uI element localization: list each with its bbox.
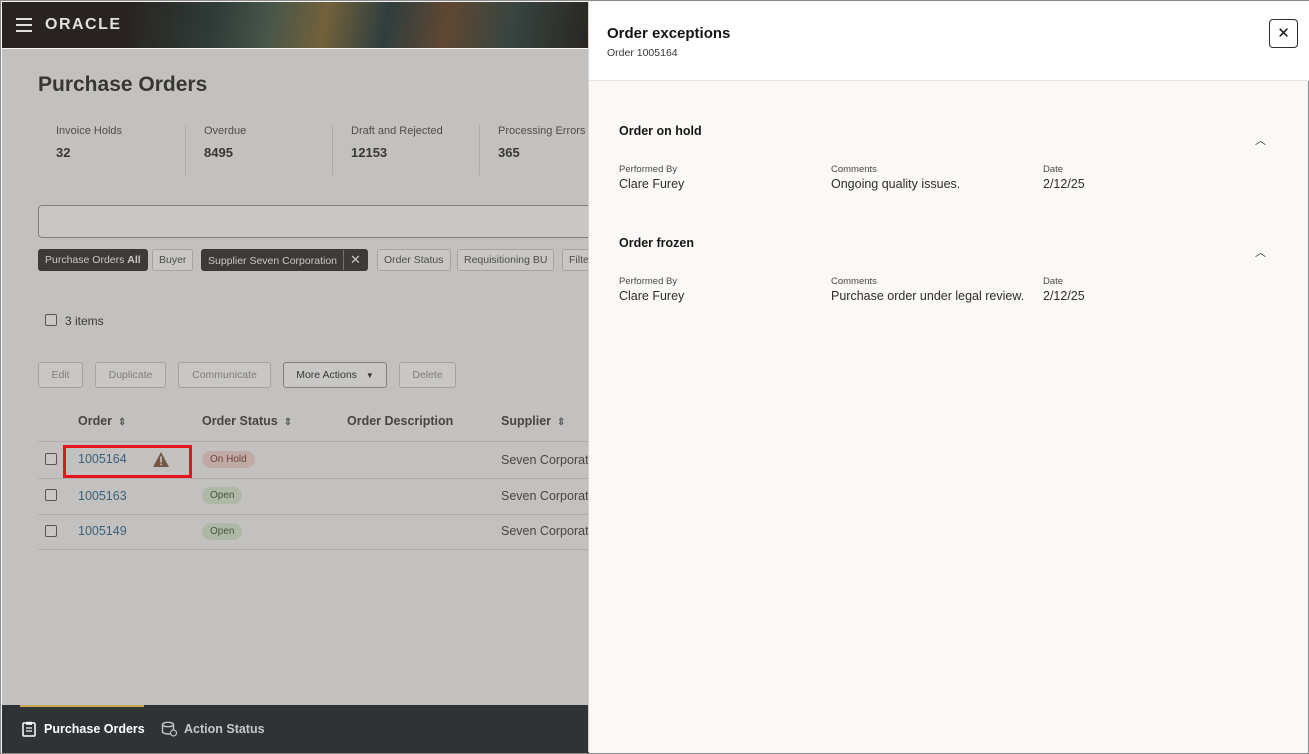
- performed-by-value: Clare Furey: [619, 289, 685, 303]
- drawer-header: Order exceptions Order 1005164 ✕: [589, 1, 1309, 81]
- modal-backdrop[interactable]: [2, 49, 589, 705]
- nav-action-status[interactable]: Action Status: [184, 722, 265, 736]
- drawer-title: Order exceptions: [607, 25, 731, 42]
- section-title-order-frozen: Order frozen: [619, 236, 695, 250]
- bottom-nav: Purchase Orders Action Status: [2, 705, 589, 753]
- database-icon: [161, 721, 177, 737]
- date-value: 2/12/25: [1043, 289, 1085, 303]
- close-icon: ✕: [1277, 25, 1290, 42]
- performed-by-value: Clare Furey: [619, 177, 685, 191]
- performed-by-label: Performed By: [619, 164, 678, 175]
- date-value: 2/12/25: [1043, 177, 1085, 191]
- drawer-subtitle: Order 1005164: [607, 47, 678, 59]
- active-tab-indicator: [20, 705, 144, 707]
- chevron-up-icon[interactable]: ︿: [1255, 132, 1266, 148]
- comments-value: Purchase order under legal review.: [831, 289, 1025, 303]
- modal-backdrop-top: [2, 2, 589, 48]
- clipboard-icon: [22, 721, 36, 737]
- order-exceptions-drawer: Order exceptions Order 1005164 ✕ Order o…: [588, 1, 1309, 752]
- close-button[interactable]: ✕: [1269, 19, 1298, 48]
- chevron-up-icon[interactable]: ︿: [1255, 244, 1266, 260]
- highlight-annotation: [63, 445, 192, 478]
- date-label: Date: [1043, 276, 1064, 287]
- comments-value: Ongoing quality issues.: [831, 177, 961, 191]
- comments-label: Comments: [831, 276, 877, 287]
- date-label: Date: [1043, 164, 1064, 175]
- section-title-order-on-hold: Order on hold: [619, 124, 702, 138]
- nav-purchase-orders[interactable]: Purchase Orders: [44, 722, 145, 736]
- performed-by-label: Performed By: [619, 276, 678, 287]
- comments-label: Comments: [831, 164, 877, 175]
